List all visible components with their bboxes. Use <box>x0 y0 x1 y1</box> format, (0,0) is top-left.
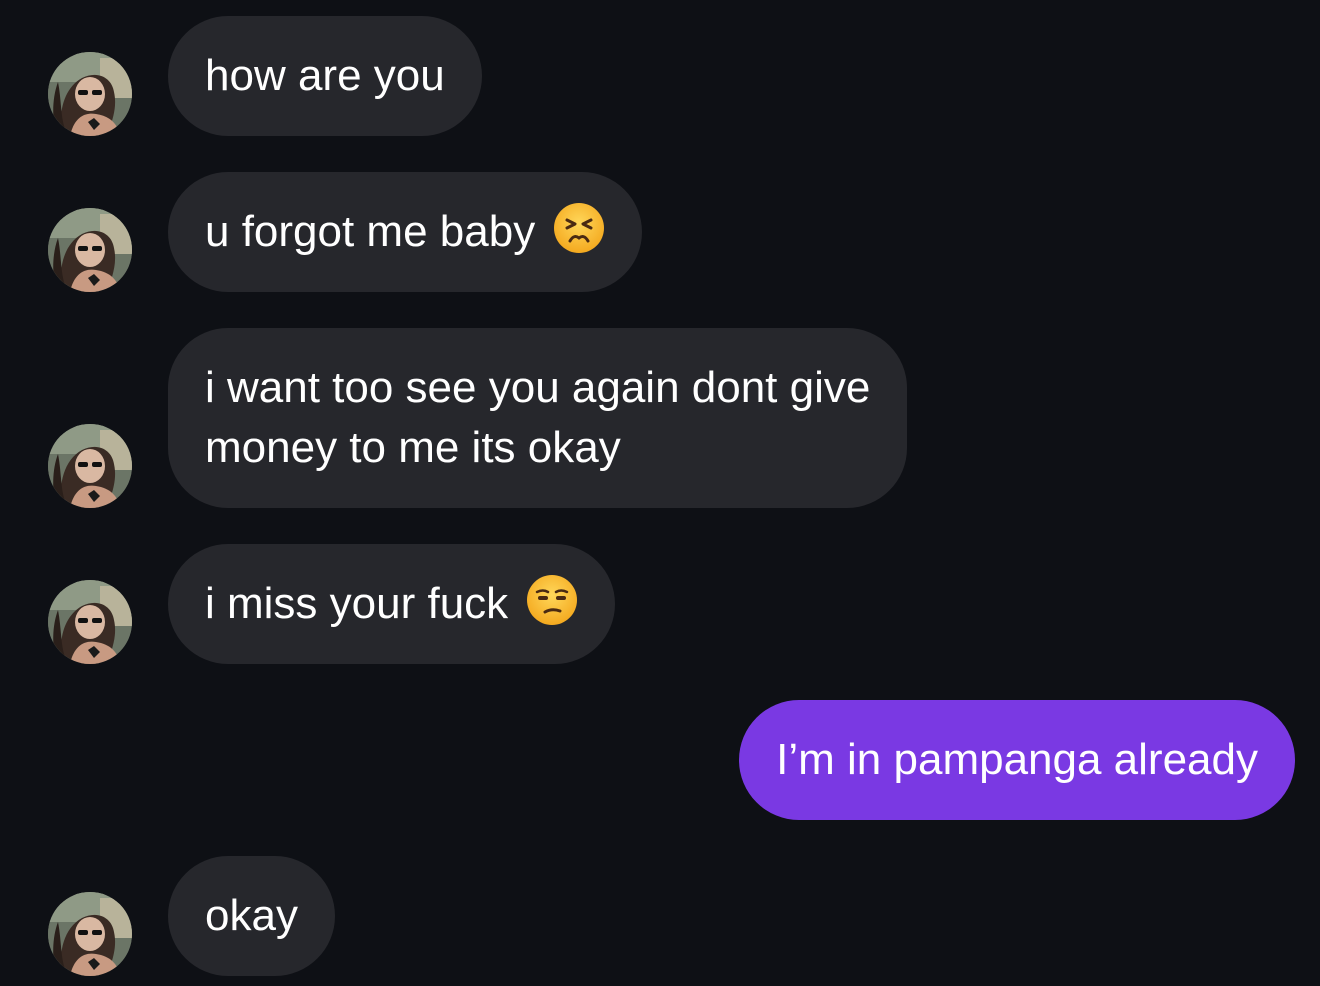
avatar-image <box>48 580 132 664</box>
incoming-message-bubble[interactable]: u forgot me baby <box>168 172 643 292</box>
contact-avatar[interactable] <box>48 892 132 976</box>
avatar-image <box>48 52 132 136</box>
message-text: u forgot me baby <box>205 207 536 256</box>
contact-avatar[interactable] <box>48 208 132 292</box>
contact-avatar[interactable] <box>48 424 132 508</box>
incoming-message-bubble[interactable]: i miss your fuck <box>168 544 616 664</box>
persevering-face-emoji <box>553 202 605 254</box>
incoming-message-bubble[interactable]: okay <box>168 856 335 976</box>
unamused-face-emoji <box>526 574 578 626</box>
message-text-line: i want too see you again dont give <box>205 363 871 412</box>
outgoing-message-bubble[interactable]: I’m in pampanga already <box>739 700 1295 820</box>
contact-avatar[interactable] <box>48 580 132 664</box>
avatar-image <box>48 892 132 976</box>
message-text: how are you <box>205 51 445 100</box>
message-thread: how are you u forgot me baby i want too … <box>0 0 1320 986</box>
avatar-image <box>48 424 132 508</box>
message-text: okay <box>205 891 298 940</box>
message-text: i miss your fuck <box>205 579 509 628</box>
message-text-line: money to me its okay <box>205 423 621 472</box>
incoming-message-bubble[interactable]: how are you <box>168 16 482 136</box>
avatar-image <box>48 208 132 292</box>
message-text: I’m in pampanga already <box>776 735 1258 784</box>
contact-avatar[interactable] <box>48 52 132 136</box>
incoming-message-bubble[interactable]: i want too see you again dont give money… <box>168 328 908 508</box>
